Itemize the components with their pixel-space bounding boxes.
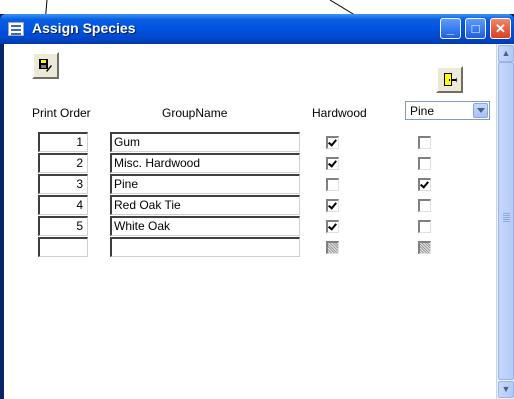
species-checkbox[interactable] [418,136,431,149]
exit-button[interactable] [436,66,463,93]
group-name-field[interactable]: Gum [110,132,300,152]
print-order-field[interactable]: 4 [38,195,88,215]
hardwood-checkbox[interactable] [326,199,339,212]
print-order-field[interactable]: 5 [38,216,88,236]
title-bar[interactable]: Assign Species _ □ ✕ [0,14,514,44]
close-button[interactable]: ✕ [490,18,511,39]
scroll-up-icon[interactable]: ▲ [498,45,514,62]
group-name-header: GroupName [162,106,228,120]
form-icon [8,22,24,36]
maximize-button[interactable]: □ [465,18,486,39]
print-order-field[interactable]: 1 [38,132,88,152]
print-order-field[interactable] [38,237,88,257]
vertical-scrollbar[interactable]: ▲ ▼ [496,44,514,399]
print-order-field[interactable]: 2 [38,153,88,173]
minimize-button[interactable]: _ [440,18,461,39]
species-select[interactable]: Pine [405,101,490,120]
group-name-field[interactable]: Red Oak Tie [110,195,300,215]
save-edit-icon [39,59,52,73]
window-title: Assign Species [32,20,136,36]
save-button[interactable] [32,52,59,79]
form-body: Print Order GroupName Hardwood Pine 1 Gum… [4,44,496,399]
chevron-down-icon[interactable] [473,103,488,118]
app-window: Assign Species _ □ ✕ Print Order GroupNa… [0,14,514,399]
group-name-field[interactable] [110,237,300,257]
species-checkbox[interactable] [418,157,431,170]
species-checkbox[interactable] [418,220,431,233]
group-name-field[interactable]: Pine [110,174,300,194]
print-order-field[interactable]: 3 [38,174,88,194]
print-order-header: Print Order [32,106,91,120]
group-name-field[interactable]: White Oak [110,216,300,236]
group-name-field[interactable]: Misc. Hardwood [110,153,300,173]
hardwood-checkbox[interactable] [326,136,339,149]
species-checkbox[interactable] [418,178,431,191]
species-checkbox[interactable] [418,241,431,254]
scroll-down-icon[interactable]: ▼ [498,381,514,398]
species-select-value: Pine [410,104,435,118]
exit-door-icon [444,73,457,86]
hardwood-header: Hardwood [312,106,367,120]
hardwood-checkbox[interactable] [326,178,339,191]
hardwood-checkbox[interactable] [326,241,339,254]
scroll-thumb[interactable] [498,62,514,380]
hardwood-checkbox[interactable] [326,157,339,170]
species-checkbox[interactable] [418,199,431,212]
hardwood-checkbox[interactable] [326,220,339,233]
